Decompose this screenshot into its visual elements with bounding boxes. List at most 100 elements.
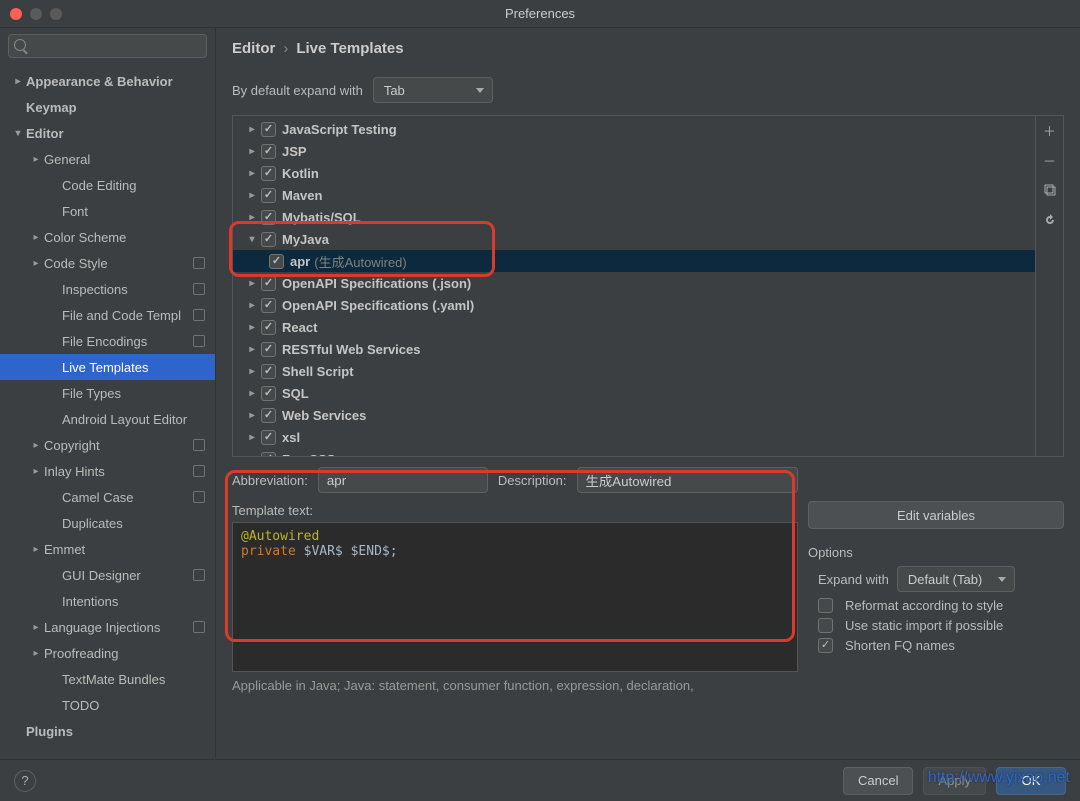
desc-input[interactable] <box>577 467 798 493</box>
sidebar-item[interactable]: ▸Inspections <box>0 276 215 302</box>
checkbox[interactable] <box>261 320 276 335</box>
sidebar-item[interactable]: ▸Android Layout Editor <box>0 406 215 432</box>
templates-tree[interactable]: ▸JavaScript Testing▸JSP▸Kotlin▸Maven▸Myb… <box>233 116 1035 456</box>
abbrev-input[interactable] <box>318 467 488 493</box>
sidebar-item[interactable]: ▸Appearance & Behavior <box>0 68 215 94</box>
sidebar-item[interactable]: ▸Intentions <box>0 588 215 614</box>
template-group[interactable]: ▸OpenAPI Specifications (.yaml) <box>233 294 1035 316</box>
template-group[interactable]: ▸RESTful Web Services <box>233 338 1035 360</box>
sidebar-item-label: General <box>44 152 90 167</box>
sidebar-item[interactable]: ▸Camel Case <box>0 484 215 510</box>
revert-icon[interactable] <box>1042 212 1058 228</box>
chevron-down-icon <box>998 577 1006 582</box>
template-label: JSP <box>282 144 307 159</box>
sidebar-item[interactable]: ▸TODO <box>0 692 215 718</box>
sidebar-item[interactable]: ▸Color Scheme <box>0 224 215 250</box>
sidebar-item-label: Camel Case <box>62 490 134 505</box>
sidebar-item[interactable]: ▸TextMate Bundles <box>0 666 215 692</box>
checkbox[interactable] <box>261 276 276 291</box>
shorten-fq-checkbox[interactable] <box>818 638 833 653</box>
sidebar-item[interactable]: ▸Font <box>0 198 215 224</box>
sidebar-item[interactable]: ▸Language Injections <box>0 614 215 640</box>
edit-variables-button[interactable]: Edit variables <box>808 501 1064 529</box>
checkbox[interactable] <box>261 298 276 313</box>
add-icon[interactable]: ＋ <box>1042 122 1058 138</box>
template-group[interactable]: ▸JSP <box>233 140 1035 162</box>
sidebar-item[interactable]: ▸Live Templates <box>0 354 215 380</box>
search-input[interactable] <box>8 34 207 58</box>
settings-tree[interactable]: ▸Appearance & Behavior▸Keymap▾Editor▸Gen… <box>0 64 215 758</box>
template-group[interactable]: ▸ OpenAPI Specifications (.json) <box>233 272 1035 294</box>
chevron-right-icon: ▸ <box>245 212 259 223</box>
sidebar-item[interactable]: ▸Emmet <box>0 536 215 562</box>
template-group[interactable]: ▸Web Services <box>233 404 1035 426</box>
sidebar-item-label: Duplicates <box>62 516 123 531</box>
template-group[interactable]: ▸Mybatis/SQL <box>233 206 1035 228</box>
chevron-right-icon: ▸ <box>28 622 44 633</box>
template-group[interactable]: ▸Maven <box>233 184 1035 206</box>
sidebar-item[interactable]: ▾Editor <box>0 120 215 146</box>
sidebar-item-label: Editor <box>26 126 64 141</box>
sidebar-item[interactable]: ▸Inlay Hints <box>0 458 215 484</box>
sidebar-item[interactable]: ▸File Encodings <box>0 328 215 354</box>
template-group[interactable]: ▸Zen CSS <box>233 448 1035 456</box>
expand-with-select[interactable]: Default (Tab) <box>897 566 1015 592</box>
template-item[interactable]: apr (生成Autowired) <box>233 250 1035 272</box>
breadcrumb: Editor › Live Templates <box>216 28 1080 69</box>
template-group[interactable]: ▸Kotlin <box>233 162 1035 184</box>
checkbox[interactable] <box>261 188 276 203</box>
breadcrumb-editor[interactable]: Editor <box>232 40 275 57</box>
sidebar-item[interactable]: ▸Code Style <box>0 250 215 276</box>
template-label: OpenAPI Specifications (.json) <box>282 276 471 291</box>
checkbox[interactable] <box>261 144 276 159</box>
template-group[interactable]: ▾MyJava <box>233 228 1035 250</box>
sidebar-item-label: File and Code Templ <box>62 308 181 323</box>
default-expand-select[interactable]: Tab <box>373 77 493 103</box>
checkbox[interactable] <box>261 166 276 181</box>
sidebar-item[interactable]: ▸Proofreading <box>0 640 215 666</box>
template-label: Web Services <box>282 408 366 423</box>
static-import-checkbox[interactable] <box>818 618 833 633</box>
templates-toolbar: ＋ － <box>1035 116 1063 456</box>
remove-icon[interactable]: － <box>1042 152 1058 168</box>
checkbox[interactable] <box>261 232 276 247</box>
chevron-right-icon: ▸ <box>245 454 259 457</box>
sidebar-item[interactable]: ▸Duplicates <box>0 510 215 536</box>
checkbox[interactable] <box>261 452 276 457</box>
sidebar-item[interactable]: ▸Copyright <box>0 432 215 458</box>
applicable-context[interactable]: Applicable in Java; Java: statement, con… <box>232 678 1064 693</box>
cancel-button[interactable]: Cancel <box>843 767 913 795</box>
checkbox[interactable] <box>269 254 284 269</box>
template-group[interactable]: ▸Shell Script <box>233 360 1035 382</box>
template-group[interactable]: ▸xsl <box>233 426 1035 448</box>
template-text-editor[interactable]: @Autowired private $VAR$ $END$; <box>232 522 798 672</box>
chevron-right-icon: ▸ <box>245 278 259 289</box>
sidebar-item[interactable]: ▸File Types <box>0 380 215 406</box>
checkbox[interactable] <box>261 210 276 225</box>
sidebar-item-label: Live Templates <box>62 360 148 375</box>
checkbox[interactable] <box>261 408 276 423</box>
checkbox[interactable] <box>261 364 276 379</box>
checkbox[interactable] <box>261 386 276 401</box>
sidebar-item[interactable]: ▸Code Editing <box>0 172 215 198</box>
sidebar-item[interactable]: ▸Plugins <box>0 718 215 744</box>
watermark: http://www.yixao.net <box>928 769 1070 787</box>
template-group[interactable]: ▸JavaScript Testing <box>233 118 1035 140</box>
sidebar-item-label: Intentions <box>62 594 118 609</box>
help-button[interactable]: ? <box>14 770 36 792</box>
template-group[interactable]: ▸SQL <box>233 382 1035 404</box>
checkbox[interactable] <box>261 342 276 357</box>
sidebar-item[interactable]: ▸General <box>0 146 215 172</box>
template-group[interactable]: ▸React <box>233 316 1035 338</box>
chevron-right-icon: ▸ <box>245 432 259 443</box>
reformat-checkbox[interactable] <box>818 598 833 613</box>
checkbox[interactable] <box>261 122 276 137</box>
copy-icon[interactable] <box>1042 182 1058 198</box>
sidebar-item[interactable]: ▸Keymap <box>0 94 215 120</box>
sidebar-item-label: Inlay Hints <box>44 464 105 479</box>
breadcrumb-live-templates: Live Templates <box>296 40 403 57</box>
checkbox[interactable] <box>261 430 276 445</box>
content-pane: Editor › Live Templates By default expan… <box>216 28 1080 758</box>
sidebar-item[interactable]: ▸GUI Designer <box>0 562 215 588</box>
sidebar-item[interactable]: ▸File and Code Templ <box>0 302 215 328</box>
